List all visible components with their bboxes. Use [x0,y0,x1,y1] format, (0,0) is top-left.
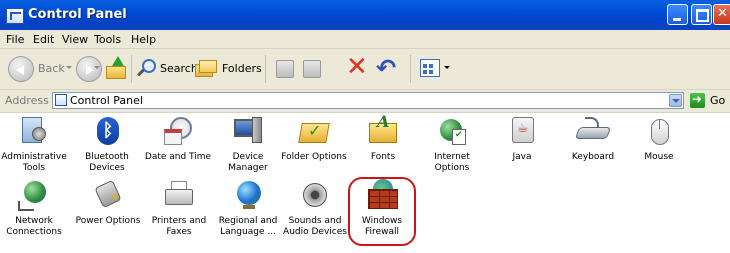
item-folder-options[interactable]: ✓ Folder Options [280,115,348,163]
administrative-tools-icon [18,115,50,147]
item-label: Device Manager [228,152,268,173]
sounds-audio-icon [299,179,331,211]
search-icon[interactable] [137,59,157,79]
control-panel-items: Administrative Tools ᛒ Bluetooth Devices… [0,113,730,253]
views-icon[interactable] [420,59,440,77]
item-sounds-and-audio-devices[interactable]: Sounds and Audio Devices [281,179,349,238]
item-label: Fonts [370,152,396,162]
internet-options-icon [436,115,468,147]
item-label: Folder Options [281,152,347,162]
maximize-button[interactable] [691,4,712,25]
mouse-icon [643,115,675,147]
item-label: Mouse [644,152,674,162]
address-dropdown-icon[interactable] [669,94,682,107]
menu-view[interactable]: View [62,33,88,46]
item-label: Keyboard [571,152,615,162]
item-internet-options[interactable]: Internet Options [418,115,486,174]
control-panel-icon [55,94,67,106]
item-regional-and-language[interactable]: Regional and Language ... [214,179,282,238]
address-bar: Address Control Panel Go [0,90,730,113]
item-power-options[interactable]: ⚡ Power Options [74,179,142,227]
fonts-icon: A [367,114,399,147]
item-bluetooth-devices[interactable]: ᛒ Bluetooth Devices [73,115,141,174]
back-arrow-icon[interactable] [8,56,34,82]
date-time-icon [162,115,194,147]
printers-faxes-icon [163,179,195,211]
item-network-connections[interactable]: Network Connections [0,179,68,238]
toolbar-separator [265,55,266,83]
menu-bar: File Edit View Tools Help [0,30,730,76]
item-printers-and-faxes[interactable]: Printers and Faxes [145,179,213,238]
menu-edit[interactable]: Edit [33,33,54,46]
item-label: Network Connections [6,216,62,237]
folders-icon[interactable] [195,60,217,78]
go-button-label[interactable]: Go [710,94,725,107]
address-label: Address [5,94,49,107]
item-label: Internet Options [434,152,470,173]
move-to-icon[interactable] [276,60,294,78]
item-mouse[interactable]: Mouse [625,115,693,163]
keyboard-icon [574,115,612,147]
item-label: Bluetooth Devices [85,152,129,173]
close-button[interactable] [713,4,730,25]
folders-button-label[interactable]: Folders [222,62,262,75]
menu-file[interactable]: File [6,33,24,46]
back-button-label[interactable]: Back [38,62,65,75]
window-title: Control Panel [28,7,127,22]
back-dropdown-icon[interactable] [66,66,72,69]
forward-dropdown-icon[interactable] [94,66,100,69]
forward-arrow-icon[interactable] [76,56,102,82]
undo-icon[interactable]: ↶ [376,56,396,80]
item-label: Sounds and Audio Devices [283,216,347,237]
regional-language-icon [232,179,264,211]
toolbar-separator [410,55,411,83]
toolbar: Back Search Folders ✕ ↶ [0,49,730,90]
go-arrow-icon[interactable] [690,92,705,108]
java-icon [506,115,538,147]
item-keyboard[interactable]: Keyboard [559,115,627,163]
item-label: Date and Time [144,152,212,162]
minimize-button[interactable] [667,4,688,25]
item-device-manager[interactable]: Device Manager [214,115,282,174]
power-options-icon: ⚡ [92,179,124,211]
title-bar: Control Panel [0,0,730,30]
item-label: Printers and Faxes [151,216,207,237]
network-connections-icon [18,179,50,211]
item-label: Power Options [75,216,141,226]
up-folder-icon[interactable] [106,56,128,80]
menu-tools[interactable]: Tools [94,33,121,46]
item-label: Windows Firewall [361,216,403,237]
search-button-label[interactable]: Search [160,62,198,75]
item-label: Regional and Language ... [218,216,278,237]
views-dropdown-icon[interactable] [444,66,450,69]
control-panel-icon [6,8,24,24]
item-windows-firewall[interactable]: Windows Firewall [348,179,416,238]
windows-firewall-icon [366,179,398,211]
menu-help[interactable]: Help [131,33,156,46]
delete-icon[interactable]: ✕ [346,54,368,80]
item-date-and-time[interactable]: Date and Time [144,115,212,163]
copy-to-icon[interactable] [303,60,321,78]
item-java[interactable]: Java [488,115,556,163]
item-label: Java [512,152,532,162]
item-fonts[interactable]: A Fonts [349,114,417,163]
address-field[interactable]: Control Panel [52,92,684,109]
item-label: Administrative Tools [1,152,67,173]
folder-options-icon: ✓ [298,115,330,147]
address-value[interactable]: Control Panel [70,94,143,107]
bluetooth-icon: ᛒ [91,115,123,147]
item-administrative-tools[interactable]: Administrative Tools [0,115,68,174]
device-manager-icon [232,115,264,147]
toolbar-separator [131,55,132,83]
